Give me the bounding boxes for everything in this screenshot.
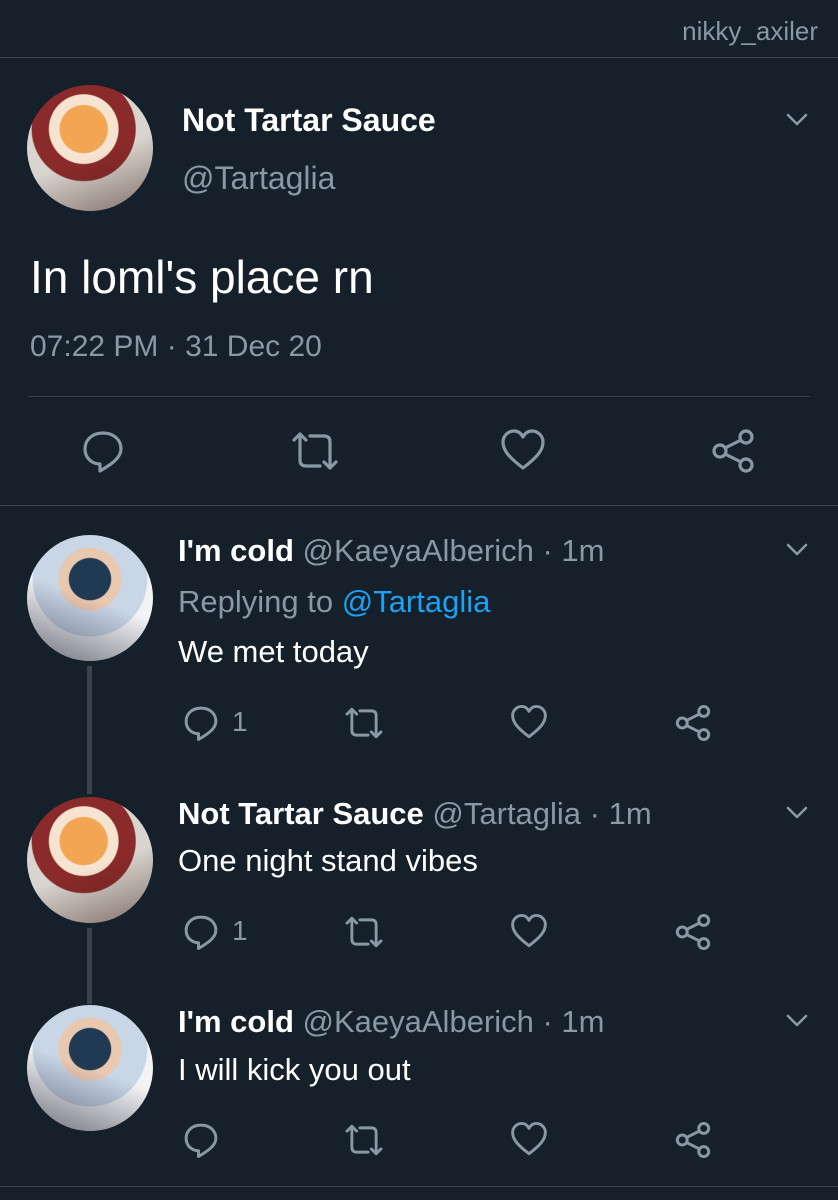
timestamp[interactable]: 07:22 PM · 31 Dec 20 [30,330,322,364]
avatar[interactable] [27,535,153,661]
divider [0,57,838,58]
retweet-icon[interactable] [342,915,386,949]
display-name[interactable]: Not Tartar Sauce [178,796,424,831]
handle-time: @KaeyaAlberich · 1m [302,533,605,568]
reply-header[interactable]: I'm cold @KaeyaAlberich · 1m [178,1004,605,1040]
display-name[interactable]: I'm cold [178,533,294,568]
reply-icon[interactable] [182,913,220,951]
chevron-down-icon[interactable] [786,113,808,127]
handle-time: @Tartaglia · 1m [432,796,652,831]
reply-count: 1 [232,915,248,946]
like-icon[interactable] [510,913,548,949]
chevron-down-icon[interactable] [786,543,808,557]
tweet-text: I will kick you out [178,1052,411,1087]
thread-line [87,928,92,1004]
divider [28,396,810,397]
retweet-icon[interactable] [342,1123,386,1157]
share-icon[interactable] [674,704,712,742]
replying-to: Replying to @Tartaglia [178,584,490,620]
display-name[interactable]: Not Tartar Sauce [182,102,436,139]
retweet-icon[interactable] [342,706,386,740]
tweet-text: In loml's place rn [30,251,374,303]
reply-header[interactable]: I'm cold @KaeyaAlberich · 1m [178,533,605,569]
thread-line [87,666,92,794]
avatar[interactable] [27,1005,153,1131]
share-icon[interactable] [674,913,712,951]
like-icon[interactable] [500,428,546,472]
handle[interactable]: @Tartaglia [182,160,335,197]
share-icon[interactable] [674,1121,712,1159]
like-icon[interactable] [510,704,548,740]
reply-icon[interactable] [182,1121,220,1159]
share-icon[interactable] [710,428,756,474]
reply-header[interactable]: Not Tartar Sauce @Tartaglia · 1m [178,796,652,832]
like-icon[interactable] [510,1121,548,1157]
replying-label: Replying to [178,584,334,619]
reply-icon[interactable] [182,704,220,742]
watermark: nikky_axiler [682,16,818,46]
chevron-down-icon[interactable] [786,806,808,820]
avatar[interactable] [27,85,153,211]
divider [0,505,838,506]
divider [0,1186,838,1187]
chevron-down-icon[interactable] [786,1014,808,1028]
display-name[interactable]: I'm cold [178,1004,294,1039]
handle-time: @KaeyaAlberich · 1m [302,1004,605,1039]
tweet-text: One night stand vibes [178,843,478,878]
tweet-text: We met today [178,634,369,669]
reply-icon[interactable] [80,428,126,474]
retweet-icon[interactable] [288,430,342,472]
reply-count: 1 [232,706,248,737]
avatar[interactable] [27,797,153,923]
replying-handle-link[interactable]: @Tartaglia [342,584,491,619]
